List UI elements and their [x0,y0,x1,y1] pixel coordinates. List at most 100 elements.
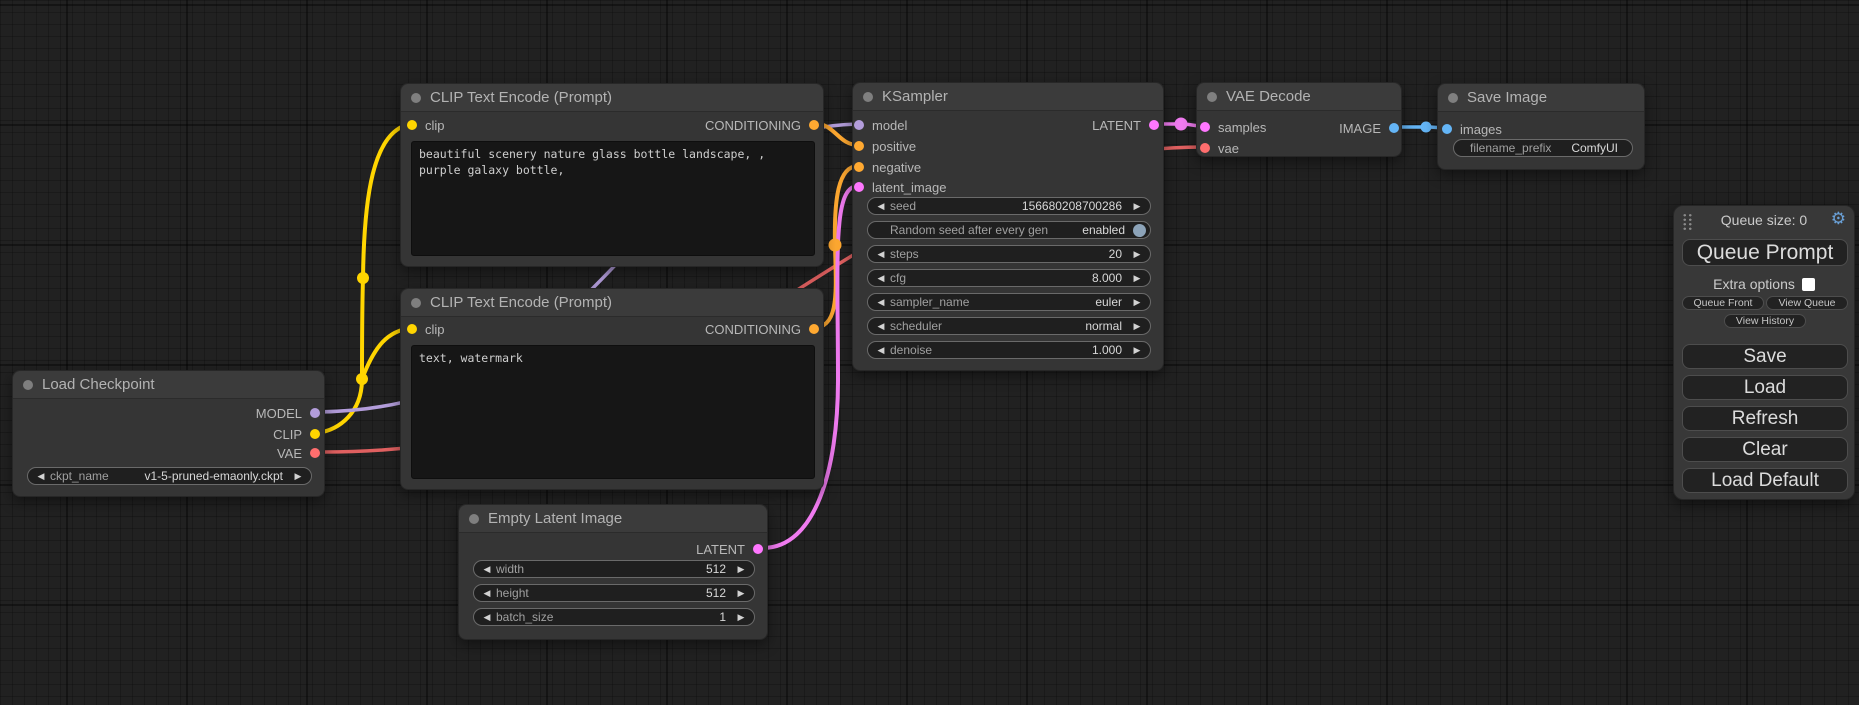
widget-label: batch_size [496,610,553,624]
node-ksampler[interactable]: KSampler model positive negative latent_… [852,82,1164,371]
samples-input-dot[interactable] [1200,122,1210,132]
filename-prefix-widget[interactable]: filename_prefix ComfyUI [1453,139,1633,157]
slot-label: LATENT [696,542,745,557]
clip-input-dot[interactable] [407,324,417,334]
height-widget[interactable]: height 512 [473,584,755,602]
node-title: CLIP Text Encode (Prompt) [430,89,612,106]
vae-input-dot[interactable] [1200,143,1210,153]
width-widget[interactable]: width 512 [473,560,755,578]
increment-arrow-icon[interactable] [1130,270,1144,286]
collapse-dot-icon[interactable] [863,92,873,102]
vae-output-dot[interactable] [310,448,320,458]
panel-drag-handle-icon[interactable] [1682,213,1693,230]
node-clip-text-encode-negative[interactable]: CLIP Text Encode (Prompt) clip CONDITION… [400,288,824,490]
increment-arrow-icon[interactable] [734,585,748,601]
sampler-name-widget[interactable]: sampler_name euler [867,293,1151,311]
images-input-dot[interactable] [1442,124,1452,134]
random-seed-toggle-widget[interactable]: Random seed after every gen enabled [867,221,1151,239]
node-load-checkpoint[interactable]: Load Checkpoint MODEL CLIP VAE ckpt_name… [12,370,325,497]
latent-wire-junction-dot[interactable] [1175,118,1188,131]
node-header[interactable]: Empty Latent Image [459,505,767,533]
collapse-dot-icon[interactable] [411,298,421,308]
node-clip-text-encode-positive[interactable]: CLIP Text Encode (Prompt) clip CONDITION… [400,83,824,267]
decrement-arrow-icon[interactable] [874,270,888,286]
conditioning-wire-junction-dot[interactable] [829,239,842,252]
conditioning-output-dot[interactable] [809,120,819,130]
node-vae-decode[interactable]: VAE Decode samples vae IMAGE [1196,82,1402,157]
decrement-arrow-icon[interactable] [34,468,48,484]
scheduler-widget[interactable]: scheduler normal [867,317,1151,335]
latent-image-input-dot[interactable] [854,182,864,192]
negative-input-dot[interactable] [854,162,864,172]
widget-value: v1-5-pruned-emaonly.ckpt [144,469,283,483]
collapse-dot-icon[interactable] [469,514,479,524]
seed-widget[interactable]: seed 156680208700286 [867,197,1151,215]
collapse-dot-icon[interactable] [1448,93,1458,103]
view-history-button[interactable]: View History [1724,314,1806,328]
denoise-widget[interactable]: denoise 1.000 [867,341,1151,359]
clip-input-dot[interactable] [407,120,417,130]
queue-prompt-button[interactable]: Queue Prompt [1682,239,1848,266]
slot-label: CONDITIONING [705,322,801,337]
increment-arrow-icon[interactable] [1130,318,1144,334]
positive-prompt-textarea[interactable]: beautiful scenery nature glass bottle la… [411,141,815,256]
increment-arrow-icon[interactable] [734,561,748,577]
decrement-arrow-icon[interactable] [874,246,888,262]
collapse-dot-icon[interactable] [1207,92,1217,102]
decrement-arrow-icon[interactable] [480,585,494,601]
node-header[interactable]: Save Image [1438,84,1644,112]
node-empty-latent-image[interactable]: Empty Latent Image LATENT width 512 heig… [458,504,768,640]
node-header[interactable]: CLIP Text Encode (Prompt) [401,289,823,317]
increment-arrow-icon[interactable] [1130,294,1144,310]
latent-output-dot[interactable] [1149,120,1159,130]
cfg-widget[interactable]: cfg 8.000 [867,269,1151,287]
save-button[interactable]: Save [1682,344,1848,369]
node-header[interactable]: CLIP Text Encode (Prompt) [401,84,823,112]
widget-value: euler [1095,295,1122,309]
node-title: KSampler [882,88,948,105]
collapse-dot-icon[interactable] [411,93,421,103]
node-header[interactable]: Load Checkpoint [13,371,324,399]
load-default-button[interactable]: Load Default [1682,468,1848,493]
decrement-arrow-icon[interactable] [874,198,888,214]
node-save-image[interactable]: Save Image images filename_prefix ComfyU… [1437,83,1645,170]
positive-input-dot[interactable] [854,141,864,151]
decrement-arrow-icon[interactable] [480,609,494,625]
increment-arrow-icon[interactable] [1130,342,1144,358]
model-input-dot[interactable] [854,120,864,130]
refresh-button[interactable]: Refresh [1682,406,1848,431]
clip-wire-junction-dot[interactable] [356,373,368,385]
steps-widget[interactable]: steps 20 [867,245,1151,263]
model-output-dot[interactable] [310,408,320,418]
queue-front-button[interactable]: Queue Front [1682,296,1764,310]
conditioning-output-dot[interactable] [809,324,819,334]
toggle-knob-icon[interactable] [1133,224,1146,237]
decrement-arrow-icon[interactable] [874,294,888,310]
increment-arrow-icon[interactable] [291,468,305,484]
ckpt-name-widget[interactable]: ckpt_name v1-5-pruned-emaonly.ckpt [27,467,312,485]
clip-output-dot[interactable] [310,429,320,439]
decrement-arrow-icon[interactable] [874,342,888,358]
increment-arrow-icon[interactable] [734,609,748,625]
increment-arrow-icon[interactable] [1130,246,1144,262]
input-slot-positive: positive [854,140,916,152]
latent-output-dot[interactable] [753,544,763,554]
increment-arrow-icon[interactable] [1130,198,1144,214]
collapse-dot-icon[interactable] [23,380,33,390]
widget-label: width [496,562,524,576]
settings-gear-icon[interactable] [1831,209,1846,229]
node-header[interactable]: KSampler [853,83,1163,111]
image-output-dot[interactable] [1389,123,1399,133]
image-wire-junction-dot[interactable] [1421,122,1432,133]
node-header[interactable]: VAE Decode [1197,83,1401,111]
batch-size-widget[interactable]: batch_size 1 [473,608,755,626]
decrement-arrow-icon[interactable] [480,561,494,577]
view-queue-button[interactable]: View Queue [1766,296,1848,310]
decrement-arrow-icon[interactable] [874,318,888,334]
clear-button[interactable]: Clear [1682,437,1848,462]
negative-prompt-textarea[interactable]: text, watermark [411,345,815,479]
widget-value: 512 [706,562,726,576]
extra-options-checkbox[interactable] [1802,278,1815,291]
clip-wire-junction-dot[interactable] [357,272,369,284]
load-button[interactable]: Load [1682,375,1848,400]
